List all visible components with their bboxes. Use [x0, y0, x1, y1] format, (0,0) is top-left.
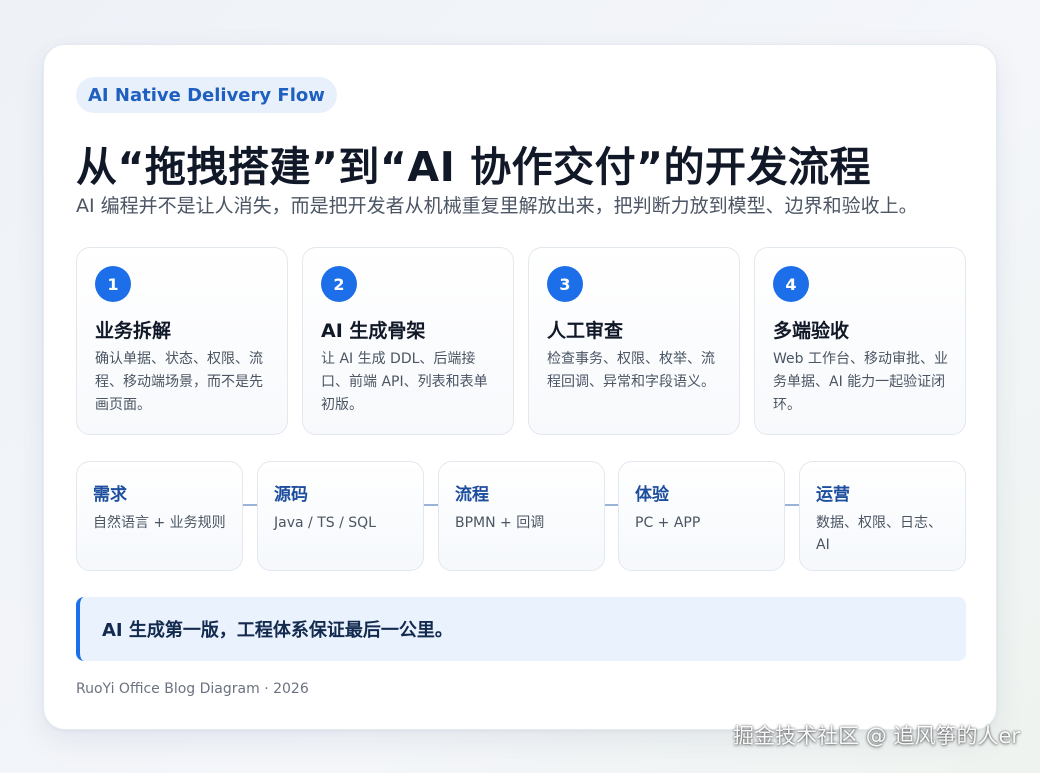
step-number-badge: 3 [547, 266, 583, 302]
stage-description: PC + APP [635, 515, 701, 531]
stage-description: 数据、权限、日志、AI [816, 515, 942, 553]
stage-title: 运营 [816, 485, 850, 505]
stage-title: 体验 [635, 485, 669, 505]
step-cards: 1 业务拆解 确认单据、状态、权限、流程、移动端场景，而不是先画页面。 2 AI… [76, 247, 966, 435]
pipeline-stage-source: 源码 Java / TS / SQL [257, 461, 424, 571]
footer-caption: RuoYi Office Blog Diagram · 2026 [76, 681, 309, 697]
pipeline: 需求 自然语言 + 业务规则 源码 Java / TS / SQL 流程 BPM… [76, 461, 966, 571]
step-card-4: 4 多端验收 Web 工作台、移动审批、业务单据、AI 能力一起验证闭环。 [754, 247, 966, 435]
step-title: 多端验收 [773, 320, 850, 342]
step-title: 业务拆解 [95, 320, 172, 342]
step-number-badge: 1 [95, 266, 131, 302]
watermark: 掘金技术社区 @ 追风筝的人er [733, 724, 1020, 748]
page-subtitle: AI 编程并不是让人消失，而是把开发者从机械重复里解放出来，把判断力放到模型、边… [76, 195, 918, 217]
stage-description: Java / TS / SQL [274, 515, 376, 531]
stage-title: 源码 [274, 485, 308, 505]
pipeline-stage-requirements: 需求 自然语言 + 业务规则 [76, 461, 243, 571]
badge: AI Native Delivery Flow [76, 77, 337, 113]
stage-title: 流程 [455, 485, 489, 505]
pipeline-stage-process: 流程 BPMN + 回调 [438, 461, 605, 571]
step-number-badge: 2 [321, 266, 357, 302]
step-description: 确认单据、状态、权限、流程、移动端场景，而不是先画页面。 [95, 351, 263, 413]
step-description: Web 工作台、移动审批、业务单据、AI 能力一起验证闭环。 [773, 351, 948, 413]
step-card-1: 1 业务拆解 确认单据、状态、权限、流程、移动端场景，而不是先画页面。 [76, 247, 288, 435]
step-card-2: 2 AI 生成骨架 让 AI 生成 DDL、后端接口、前端 API、列表和表单初… [302, 247, 514, 435]
step-title: AI 生成骨架 [321, 320, 426, 342]
page-title: 从“拖拽搭建”到“AI 协作交付”的开发流程 [76, 143, 872, 191]
step-number-badge: 4 [773, 266, 809, 302]
pipeline-stage-experience: 体验 PC + APP [618, 461, 785, 571]
step-description: 让 AI 生成 DDL、后端接口、前端 API、列表和表单初版。 [321, 351, 488, 413]
stage-description: BPMN + 回调 [455, 515, 545, 531]
diagram-card: AI Native Delivery Flow 从“拖拽搭建”到“AI 协作交付… [43, 44, 997, 730]
callout-note: AI 生成第一版，工程体系保证最后一公里。 [76, 597, 966, 661]
step-title: 人工审查 [547, 320, 624, 342]
pipeline-stage-operations: 运营 数据、权限、日志、AI [799, 461, 966, 571]
step-card-3: 3 人工审查 检查事务、权限、枚举、流程回调、异常和字段语义。 [528, 247, 740, 435]
stage-description: 自然语言 + 业务规则 [93, 515, 226, 531]
stage-title: 需求 [93, 485, 127, 505]
step-description: 检查事务、权限、枚举、流程回调、异常和字段语义。 [547, 351, 715, 390]
